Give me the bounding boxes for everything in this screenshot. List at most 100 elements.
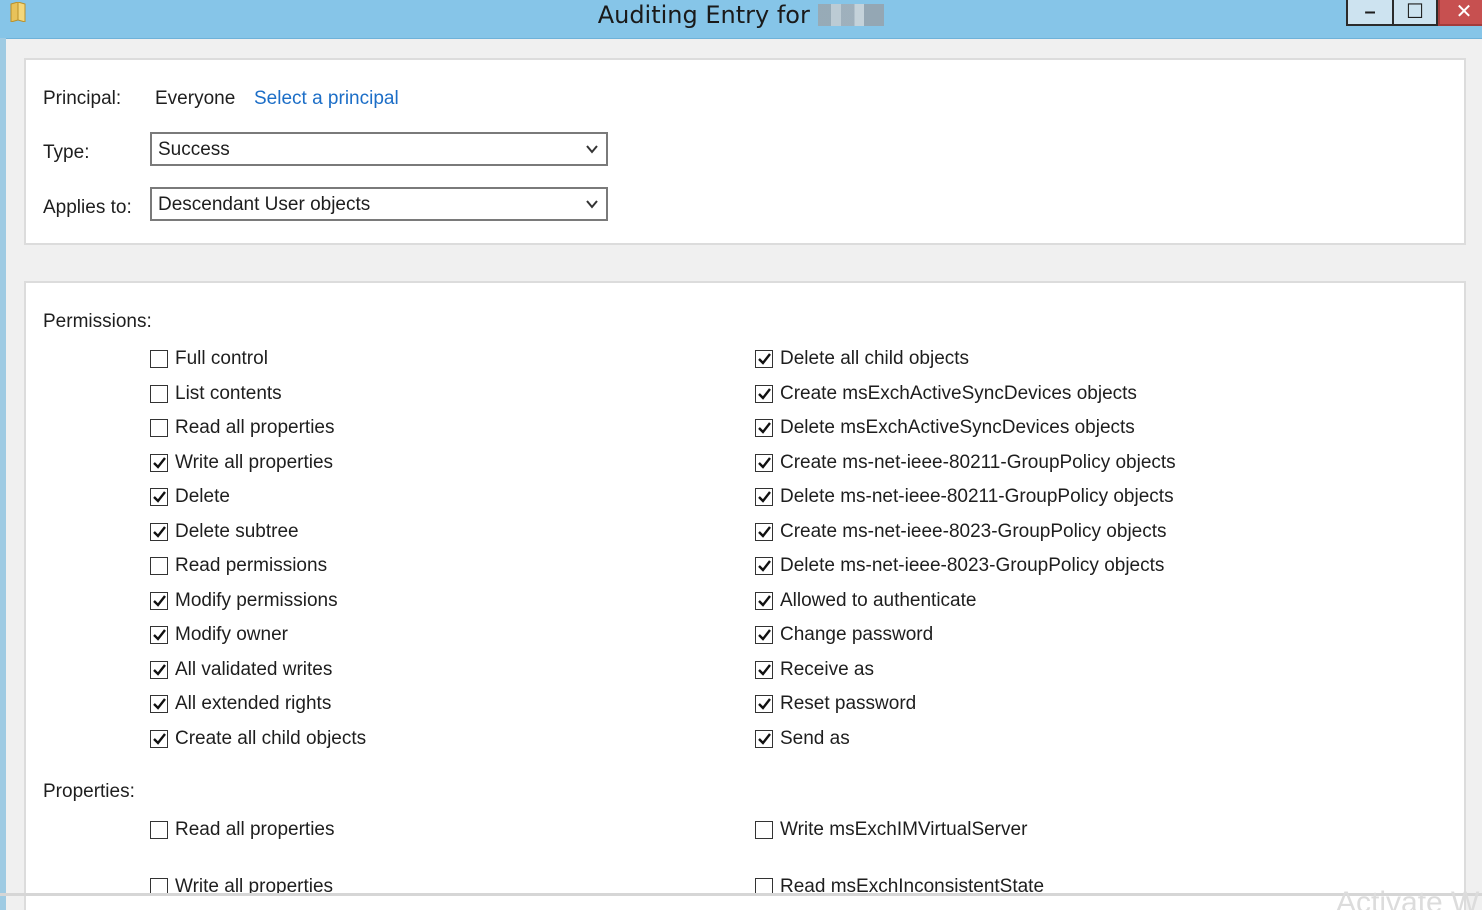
checkbox-row[interactable]: Create all child objects: [150, 727, 366, 751]
checkbox-row[interactable]: Full control: [150, 347, 268, 371]
type-selected-value: Success: [158, 139, 230, 160]
checkbox-row[interactable]: All extended rights: [150, 692, 331, 716]
checkbox[interactable]: [755, 695, 773, 713]
checkmark-icon: [758, 387, 771, 400]
title-bar[interactable]: Auditing Entry for – ☐ ✕: [0, 0, 1482, 39]
checkmark-icon: [153, 698, 166, 710]
checkbox-label: Read permissions: [175, 555, 328, 576]
checkmark-icon: [758, 732, 771, 745]
checkbox-row[interactable]: Modify owner: [150, 623, 288, 647]
chevron-down-icon: [586, 200, 598, 209]
checkbox-label: Modify owner: [175, 624, 288, 645]
checkbox[interactable]: [755, 591, 773, 610]
applies-to-select[interactable]: Descendant User objects: [150, 187, 608, 221]
checkbox-row[interactable]: Read permissions: [150, 554, 327, 578]
checkbox-row[interactable]: Delete ms-net-ieee-80211-GroupPolicy obj…: [755, 485, 1174, 509]
checkbox-label: Delete ms-net-ieee-80211-GroupPolicy obj…: [780, 486, 1174, 507]
checkbox[interactable]: [150, 453, 168, 472]
type-select[interactable]: Success: [150, 132, 608, 166]
type-label: Type:: [43, 142, 90, 163]
checkbox[interactable]: [150, 384, 168, 403]
minimize-button[interactable]: –: [1346, 0, 1394, 26]
checkbox-row[interactable]: List contents: [150, 382, 282, 406]
checkbox-row[interactable]: Create ms-net-ieee-80211-GroupPolicy obj…: [755, 451, 1176, 475]
checkmark-icon: [758, 594, 771, 607]
checkbox-label: Allowed to authenticate: [780, 589, 977, 611]
checkbox[interactable]: [150, 591, 168, 610]
checkbox-row[interactable]: Read all properties: [150, 818, 334, 842]
checkbox[interactable]: [150, 729, 168, 748]
checkbox-row[interactable]: Create ms-net-ieee-8023-GroupPolicy obje…: [755, 520, 1167, 544]
checkmark-icon: [153, 663, 166, 676]
checkbox-label: All extended rights: [175, 693, 332, 714]
checkbox[interactable]: [150, 821, 168, 839]
checkbox-row[interactable]: Delete subtree: [150, 520, 299, 544]
checkbox[interactable]: [150, 350, 168, 368]
window-title: Auditing Entry for: [0, 0, 1482, 30]
checkbox[interactable]: [755, 557, 773, 575]
checkbox-row[interactable]: All validated writes: [150, 658, 332, 682]
close-button[interactable]: ✕: [1438, 0, 1482, 26]
checkbox[interactable]: [150, 488, 168, 506]
checkbox[interactable]: [150, 557, 168, 575]
checkbox[interactable]: [150, 626, 168, 644]
auditing-entry-window: Auditing Entry for – ☐ ✕ Principal: Ever…: [0, 0, 1482, 910]
checkbox-row[interactable]: Write msExchIMVirtualServer: [755, 818, 1027, 842]
checkbox-row[interactable]: Allowed to authenticate: [755, 589, 976, 613]
checkbox-row[interactable]: Modify permissions: [150, 589, 338, 613]
checkbox[interactable]: [755, 419, 773, 437]
checkbox[interactable]: [755, 660, 773, 679]
checkmark-icon: [758, 629, 771, 641]
checkbox-label: Create all child objects: [175, 727, 367, 749]
properties-heading: Properties:: [43, 781, 135, 802]
checkbox[interactable]: [755, 453, 773, 472]
checkmark-icon: [153, 629, 166, 641]
maximize-button[interactable]: ☐: [1392, 0, 1438, 26]
checkbox-label: Delete: [175, 486, 230, 507]
window-frame-edge: [0, 38, 6, 910]
checkmark-icon: [153, 732, 166, 745]
checkbox[interactable]: [755, 522, 773, 541]
minimize-icon: –: [1364, 1, 1376, 23]
checkbox-row[interactable]: Reset password: [755, 692, 916, 716]
checkbox-row[interactable]: Change password: [755, 623, 933, 647]
checkmark-icon: [153, 456, 166, 469]
checkbox-row[interactable]: Delete msExchActiveSyncDevices objects: [755, 416, 1135, 440]
principal-value: Everyone: [155, 88, 236, 109]
checkbox-label: Create ms-net-ieee-8023-GroupPolicy obje…: [780, 520, 1167, 542]
checkbox[interactable]: [150, 695, 168, 713]
checkmark-icon: [153, 491, 166, 503]
permissions-heading: Permissions:: [43, 311, 152, 332]
checkbox[interactable]: [150, 522, 168, 541]
principal-panel: Principal: Everyone Select a principal T…: [24, 58, 1466, 245]
checkbox-row[interactable]: Write all properties: [150, 451, 333, 475]
checkbox-label: List contents: [175, 382, 282, 404]
checkbox-label: Change password: [780, 624, 934, 645]
maximize-icon: ☐: [1406, 1, 1424, 23]
checkbox-label: Create ms-net-ieee-80211-GroupPolicy obj…: [780, 451, 1176, 473]
checkbox-row[interactable]: Send as: [755, 727, 850, 751]
checkbox[interactable]: [755, 821, 773, 839]
checkbox[interactable]: [755, 626, 773, 644]
checkbox[interactable]: [755, 729, 773, 748]
checkbox[interactable]: [150, 419, 168, 437]
checkbox-row[interactable]: Receive as: [755, 658, 874, 682]
checkbox-row[interactable]: Delete ms-net-ieee-8023-GroupPolicy obje…: [755, 554, 1164, 578]
checkbox-row[interactable]: Create msExchActiveSyncDevices objects: [755, 382, 1137, 406]
checkbox[interactable]: [755, 350, 773, 368]
checkbox-row[interactable]: Delete all child objects: [755, 347, 969, 371]
redacted-object-name: [818, 4, 885, 26]
checkbox[interactable]: [755, 488, 773, 506]
select-principal-link[interactable]: Select a principal: [254, 88, 399, 110]
checkbox-label: Read all properties: [175, 819, 335, 840]
activation-watermark: Activate W: [1336, 886, 1480, 910]
checkbox-label: Write msExchIMVirtualServer: [780, 819, 1028, 840]
checkbox-label: Write all properties: [175, 451, 334, 473]
checkbox[interactable]: [150, 660, 168, 679]
checkmark-icon: [758, 353, 771, 365]
checkbox-row[interactable]: Read all properties: [150, 416, 334, 440]
checkbox-row[interactable]: Delete: [150, 485, 230, 509]
checkbox-label: Receive as: [780, 658, 874, 680]
checkmark-icon: [153, 525, 166, 538]
checkbox[interactable]: [755, 384, 773, 403]
